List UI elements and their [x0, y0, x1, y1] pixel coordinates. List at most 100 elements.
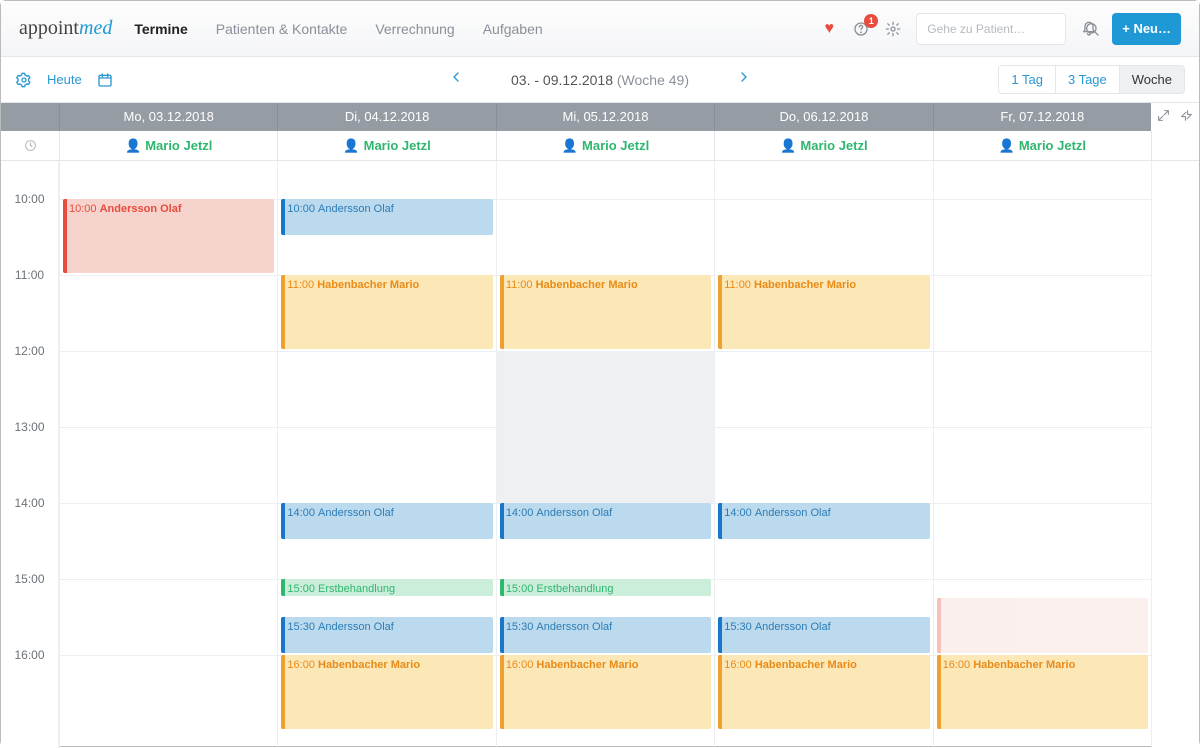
event-title: Habenbacher Mario [536, 279, 638, 291]
nav-item-1[interactable]: Patienten & Kontakte [216, 21, 348, 37]
resource-row: 👤Mario Jetzl👤Mario Jetzl👤Mario Jetzl👤Mar… [1, 131, 1199, 161]
clock-icon [1, 131, 59, 160]
event-title: Andersson Olaf [536, 507, 612, 519]
prev-week-button[interactable] [441, 69, 471, 90]
hour-label-16: 16:00 [1, 648, 58, 662]
calendar-event[interactable]: 11:00 Habenbacher Mario [281, 275, 492, 349]
help-icon[interactable]: 1 [852, 20, 870, 38]
nav-item-3[interactable]: Aufgaben [483, 21, 543, 37]
day-column-3[interactable]: 11:00 Habenbacher Mario 14:00 Andersson O… [714, 161, 932, 748]
calendar-event[interactable]: 14:00 Andersson Olaf [281, 503, 492, 539]
event-title: Erstbehandlung [536, 583, 613, 595]
new-button-label: + Neu… [1122, 21, 1171, 36]
calendar-event[interactable]: 11:00 Habenbacher Mario [500, 275, 711, 349]
calendar-event[interactable]: 16:00 Habenbacher Mario [937, 655, 1148, 729]
event-title: Andersson Olaf [536, 621, 612, 633]
day-header-2: Mi, 05.12.2018 [496, 103, 714, 131]
event-title: Andersson Olaf [755, 507, 831, 519]
calendar-event[interactable]: 15:00 Erstbehandlung [500, 579, 711, 596]
calendar-event[interactable]: 16:00 Habenbacher Mario [500, 655, 711, 729]
event-time: 15:00 [506, 583, 537, 595]
event-time: 10:00 [287, 203, 318, 215]
next-week-button[interactable] [729, 69, 759, 90]
event-time: 16:00 [724, 659, 755, 671]
bell-icon[interactable] [1080, 20, 1098, 38]
event-title: Andersson Olaf [318, 507, 394, 519]
event-time: 16:00 [287, 659, 318, 671]
event-time: 16:00 [943, 659, 974, 671]
day-header-4: Fr, 07.12.2018 [933, 103, 1151, 131]
view-option-0[interactable]: 1 Tag [999, 66, 1055, 93]
top-navbar: appointmed Termine Patienten & Kontakte Ve… [1, 1, 1199, 57]
logo-accent: med [79, 17, 112, 39]
nav-item-0[interactable]: Termine [134, 21, 187, 37]
day-column-4[interactable]: 16:00 Habenbacher Mario [933, 161, 1151, 748]
help-badge: 1 [864, 14, 878, 28]
event-time: 16:00 [506, 659, 537, 671]
event-title: Habenbacher Mario [755, 659, 857, 671]
calendar-event[interactable]: 15:00 Erstbehandlung [281, 579, 492, 596]
new-button[interactable]: + Neu… [1112, 13, 1181, 45]
calendar-event[interactable]: 15:30 Andersson Olaf [500, 617, 711, 653]
event-time: 11:00 [287, 279, 317, 291]
calendar-event[interactable]: 11:00 Habenbacher Mario [718, 275, 929, 349]
settings-cog-icon[interactable] [15, 71, 33, 89]
event-time: 11:00 [506, 279, 536, 291]
day-columns[interactable]: 10:00 Andersson Olaf10:00 Andersson Olaf… [59, 161, 1151, 748]
hour-label-14: 14:00 [1, 496, 58, 510]
calendar-grid: 10:0011:0012:0013:0014:0015:0016:00 10:0… [1, 161, 1199, 748]
view-option-1[interactable]: 3 Tage [1055, 66, 1119, 93]
day-column-0[interactable]: 10:00 Andersson Olaf [59, 161, 277, 748]
day-header-0: Mo, 03.12.2018 [59, 103, 277, 131]
calendar-event[interactable]: 16:00 Habenbacher Mario [718, 655, 929, 729]
calendar-event[interactable]: 10:00 Andersson Olaf [281, 199, 492, 235]
event-title: Andersson Olaf [100, 203, 182, 215]
event-title: Andersson Olaf [318, 621, 394, 633]
calendar-event[interactable] [937, 598, 1148, 653]
calendar-event[interactable]: 15:30 Andersson Olaf [281, 617, 492, 653]
resource-cell-1[interactable]: 👤Mario Jetzl [277, 131, 495, 160]
calendar-icon[interactable] [96, 71, 114, 89]
event-time: 14:00 [724, 507, 755, 519]
day-column-1[interactable]: 10:00 Andersson Olaf 11:00 Habenbacher Ma… [277, 161, 495, 748]
event-title: Habenbacher Mario [318, 659, 420, 671]
event-time: 10:00 [69, 203, 100, 215]
calendar-toolbar: Heute 03. - 09.12.2018 (Woche 49) 1 Tag3… [1, 57, 1199, 103]
today-button[interactable]: Heute [47, 72, 82, 87]
event-title: Andersson Olaf [755, 621, 831, 633]
unavailable-slot [497, 351, 714, 503]
hour-label-11: 11:00 [1, 268, 58, 282]
event-title: Habenbacher Mario [754, 279, 856, 291]
event-time: 15:30 [506, 621, 537, 633]
date-range-label: 03. - 09.12.2018 (Woche 49) [511, 72, 689, 88]
day-column-2[interactable]: 11:00 Habenbacher Mario 14:00 Andersson O… [496, 161, 714, 748]
calendar-event[interactable]: 14:00 Andersson Olaf [718, 503, 929, 539]
calendar-event[interactable]: 16:00 Habenbacher Mario [281, 655, 492, 729]
hour-label-10: 10:00 [1, 192, 58, 206]
resource-cell-2[interactable]: 👤Mario Jetzl [496, 131, 714, 160]
calendar-event[interactable]: 14:00 Andersson Olaf [500, 503, 711, 539]
app-logo: appointmed [19, 17, 112, 40]
resource-cell-4[interactable]: 👤Mario Jetzl [933, 131, 1151, 160]
view-switch: 1 Tag3 TageWoche [998, 65, 1185, 94]
event-title: Habenbacher Mario [536, 659, 638, 671]
view-option-2[interactable]: Woche [1119, 66, 1184, 93]
resource-cell-0[interactable]: 👤Mario Jetzl [59, 131, 277, 160]
calendar-event[interactable]: 15:30 Andersson Olaf [718, 617, 929, 653]
calendar-event[interactable]: 10:00 Andersson Olaf [63, 199, 274, 273]
hour-label-15: 15:00 [1, 572, 58, 586]
collapse-icon[interactable] [1180, 109, 1193, 125]
heart-icon[interactable]: ♥ [820, 20, 838, 38]
search-input[interactable] [925, 21, 1084, 37]
event-title: Habenbacher Mario [973, 659, 1075, 671]
patient-search[interactable] [916, 13, 1066, 45]
event-time: 14:00 [506, 507, 537, 519]
gear-icon[interactable] [884, 20, 902, 38]
time-gutter: 10:0011:0012:0013:0014:0015:0016:00 [1, 161, 59, 748]
logo-main: appoint [19, 17, 79, 39]
nav-item-2[interactable]: Verrechnung [375, 21, 454, 37]
event-time: 11:00 [724, 279, 754, 291]
event-time: 15:30 [724, 621, 755, 633]
resource-cell-3[interactable]: 👤Mario Jetzl [714, 131, 932, 160]
expand-icon[interactable] [1157, 109, 1170, 125]
